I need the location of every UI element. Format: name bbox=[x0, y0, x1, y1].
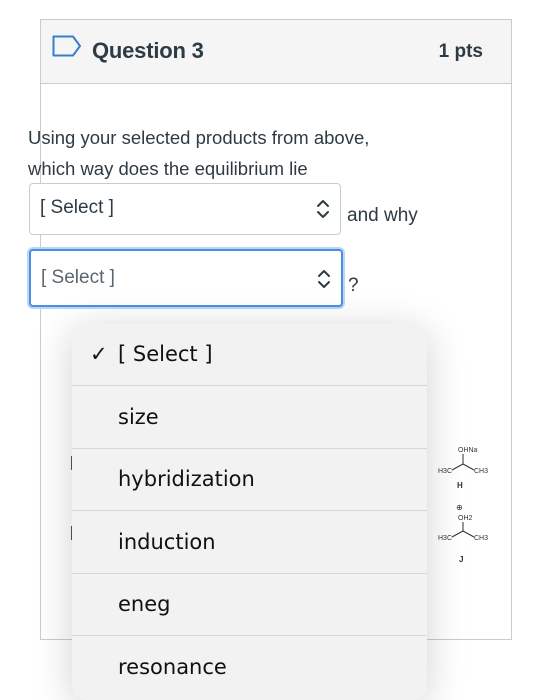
option-label: induction bbox=[118, 530, 216, 554]
molecule-j-structure: ⊕ OH2 H3C CH3 J bbox=[438, 503, 488, 564]
molecule-j-top-group: OH2 bbox=[458, 515, 473, 522]
dropdown-option-size[interactable]: size bbox=[72, 387, 427, 449]
option-label: hybridization bbox=[118, 467, 255, 491]
select-value: [ Select ] bbox=[41, 267, 115, 288]
option-divider bbox=[72, 635, 427, 636]
molecule-h-top-group: OHNa bbox=[458, 447, 478, 454]
option-divider bbox=[72, 510, 427, 511]
equilibrium-direction-select[interactable]: [ Select ] bbox=[29, 183, 341, 235]
molecule-j-left-group: H3C bbox=[438, 535, 452, 542]
and-why-text: and why bbox=[347, 205, 418, 226]
molecule-h-structure: OHNa H3C CH3 H bbox=[438, 447, 488, 490]
question-prompt: Using your selected products from above,… bbox=[28, 122, 448, 184]
option-label: eneg bbox=[118, 592, 171, 616]
molecule-h-left-group: H3C bbox=[438, 468, 452, 475]
dropdown-option-induction[interactable]: induction bbox=[72, 512, 427, 574]
up-down-chevron-icon bbox=[318, 270, 330, 288]
prompt-line-2: which way does the equilibrium lie bbox=[28, 158, 308, 179]
molecule-j-charge: ⊕ bbox=[456, 503, 463, 512]
dropdown-option-hybridization[interactable]: hybridization bbox=[72, 449, 427, 511]
question-title: Question 3 bbox=[92, 38, 204, 63]
molecule-j-label: J bbox=[459, 555, 463, 564]
question-mark-text: ? bbox=[348, 275, 359, 296]
question-points: 1 pts bbox=[438, 41, 483, 62]
dropdown-option-select[interactable]: ✓ [ Select ] bbox=[72, 324, 427, 386]
prompt-line-1: Using your selected products from above, bbox=[28, 127, 370, 148]
option-divider bbox=[72, 385, 427, 386]
molecule-h-right-group: CH3 bbox=[474, 468, 488, 475]
dropdown-option-eneg[interactable]: eneg bbox=[72, 574, 427, 636]
molecule-h-label: H bbox=[457, 481, 463, 490]
molecule-j-right-group: CH3 bbox=[474, 535, 488, 542]
option-label: [ Select ] bbox=[118, 342, 213, 366]
dropdown-option-resonance[interactable]: resonance bbox=[72, 637, 427, 699]
bookmark-flag-icon[interactable] bbox=[52, 35, 82, 57]
option-label: size bbox=[118, 405, 159, 429]
checkmark-icon: ✓ bbox=[90, 342, 108, 366]
option-label: resonance bbox=[118, 655, 227, 679]
up-down-chevron-icon bbox=[317, 200, 329, 218]
question-header: Question 3 1 pts bbox=[41, 20, 511, 84]
reason-dropdown-menu: ✓ [ Select ] size hybridization inductio… bbox=[72, 324, 427, 700]
select-value: [ Select ] bbox=[40, 197, 114, 218]
reason-select[interactable]: [ Select ] bbox=[29, 249, 343, 307]
